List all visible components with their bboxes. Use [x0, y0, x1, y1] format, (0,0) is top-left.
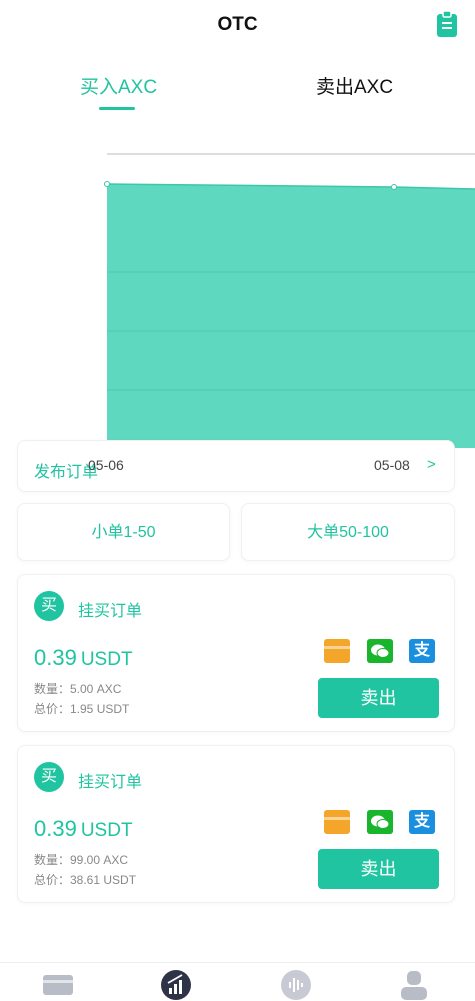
trade-tabs: 买入AXC 卖出AXC [0, 62, 475, 112]
price-unit: USDT [80, 649, 133, 670]
tab-buy[interactable]: 买入AXC [80, 72, 157, 99]
order-card: 买 挂买订单 0.39 USDT 数量：99.00 AXC 总价：38.61 US… [17, 745, 455, 903]
buy-badge: 买 [34, 762, 64, 792]
alipay-icon: 支 [409, 810, 435, 834]
order-total: 总价：38.61 USDT [34, 873, 137, 887]
sell-button[interactable]: 卖出 [318, 678, 439, 718]
page-title: OTC [217, 14, 258, 35]
tab-sell[interactable]: 卖出AXC [316, 72, 393, 99]
price-value: 0.39 [34, 816, 77, 841]
order-price: 0.39 USDT [34, 816, 133, 842]
buy-badge: 买 [34, 591, 64, 621]
order-type: 挂买订单 [78, 603, 143, 620]
sell-button[interactable]: 卖出 [318, 849, 439, 889]
bottom-nav [0, 962, 475, 1001]
market-chart-icon[interactable] [160, 969, 192, 1001]
order-price: 0.39 USDT [34, 645, 133, 671]
chevron-right-icon[interactable]: > [427, 456, 436, 473]
order-type: 挂买订单 [78, 774, 143, 791]
order-card: 买 挂买订单 0.39 USDT 数量：5.00 AXC 总价：1.95 USDT… [17, 574, 455, 732]
order-quantity: 数量：5.00 AXC [34, 682, 122, 696]
price-unit: USDT [80, 820, 133, 841]
order-quantity: 数量：99.00 AXC [34, 853, 129, 867]
filter-big-orders[interactable]: 大单50-100 [241, 503, 455, 561]
chart-area [107, 184, 475, 448]
price-value: 0.39 [34, 645, 77, 670]
clipboard-icon[interactable] [436, 10, 458, 38]
tab-active-indicator [99, 107, 135, 110]
chart-x-tick-1: 05-06 [88, 457, 124, 473]
bank-card-icon [324, 639, 350, 663]
wechat-icon [367, 810, 393, 834]
price-chart [0, 130, 475, 460]
chart-data-point [104, 181, 110, 187]
voice-icon[interactable] [280, 969, 312, 1001]
order-total: 总价：1.95 USDT [34, 702, 130, 716]
wechat-icon [367, 639, 393, 663]
bank-card-icon [324, 810, 350, 834]
alipay-icon: 支 [409, 639, 435, 663]
chart-x-tick-2: 05-08 [374, 457, 410, 473]
app-header: OTC [0, 0, 475, 50]
filter-small-orders[interactable]: 小单1-50 [17, 503, 230, 561]
wallet-icon[interactable] [42, 969, 74, 1001]
profile-icon[interactable] [398, 969, 430, 1001]
chart-data-point [391, 184, 397, 190]
